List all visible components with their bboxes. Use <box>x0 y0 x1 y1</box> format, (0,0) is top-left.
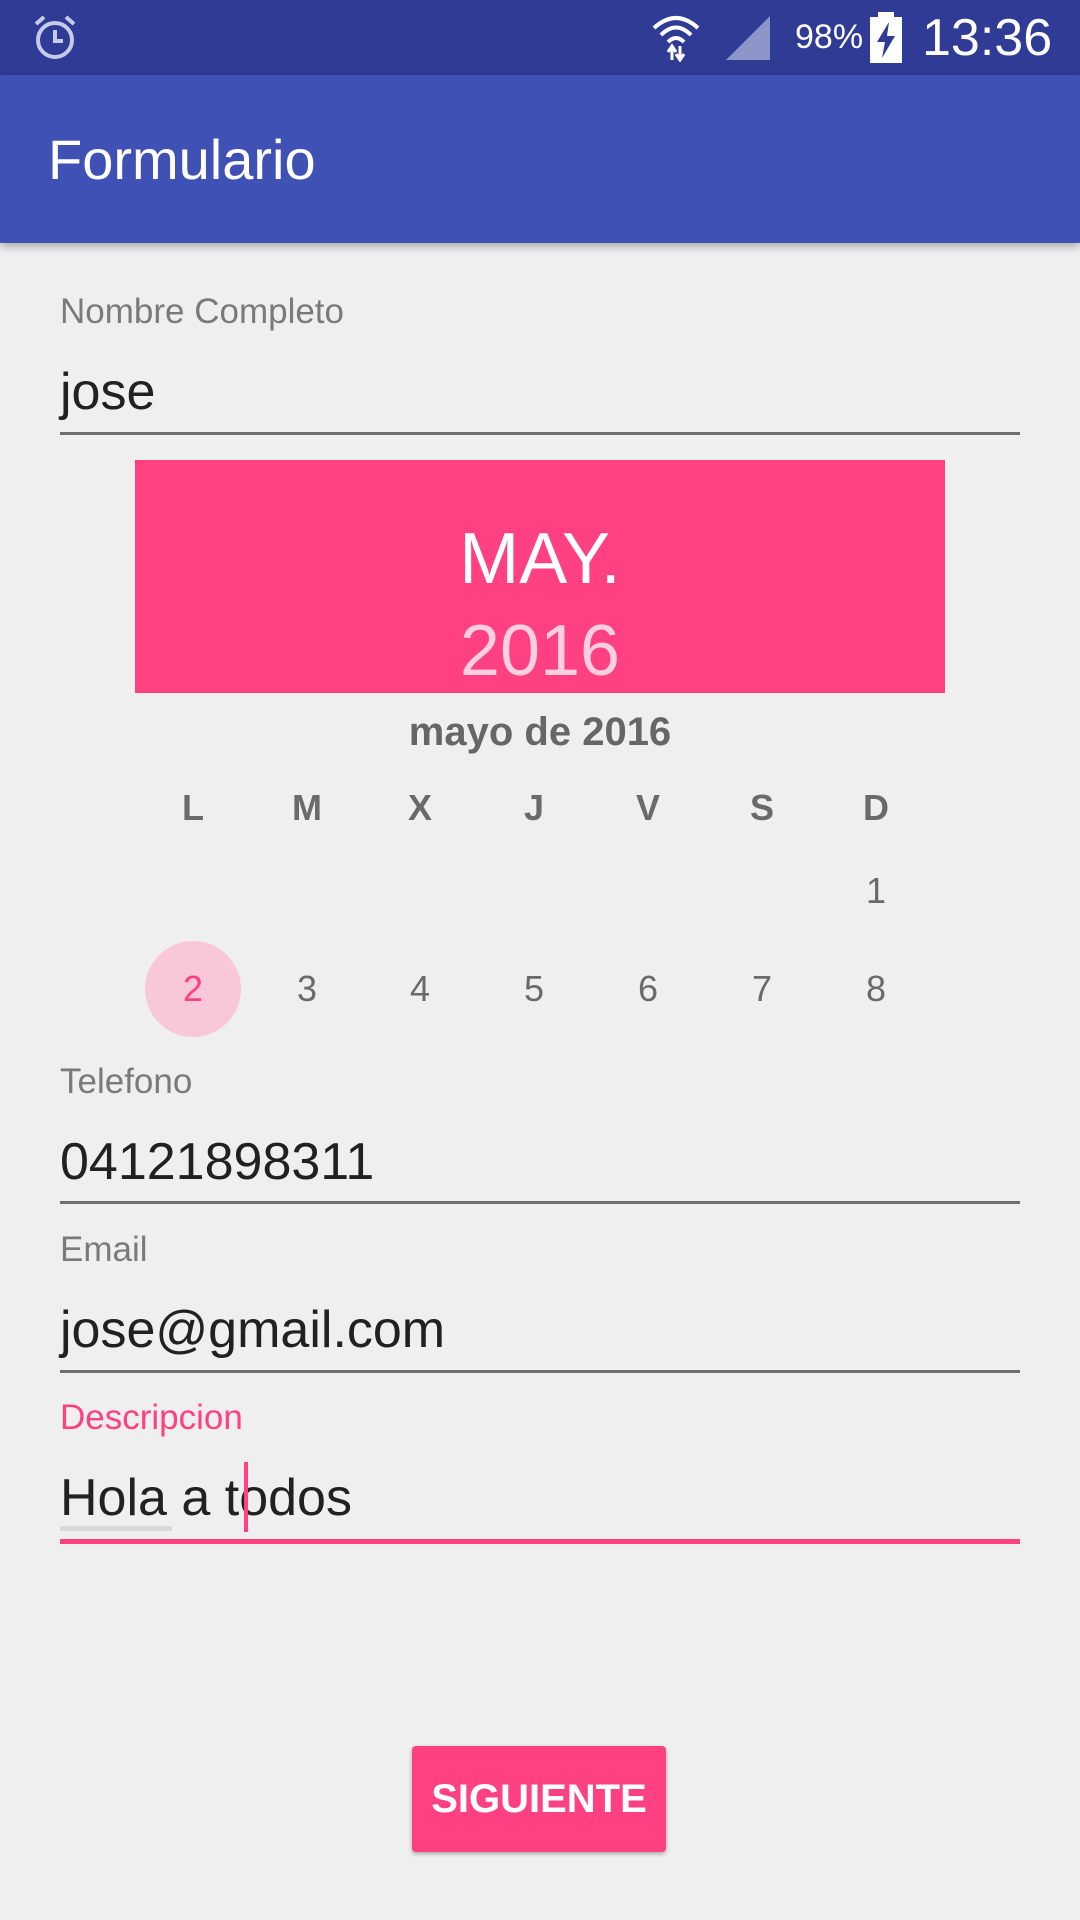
date-picker-month-title: mayo de 2016 <box>408 710 672 754</box>
date-picker-header: MAY. 2016 <box>135 460 945 693</box>
calendar-day[interactable]: 6 <box>600 941 696 1037</box>
calendar-day[interactable]: 4 <box>372 941 468 1037</box>
siguiente-button[interactable]: SIGUIENTE <box>412 1746 666 1852</box>
calendar-day[interactable]: 3 <box>259 941 355 1037</box>
calendar-day[interactable]: 8 <box>828 941 924 1037</box>
weekday-label: D <box>863 787 889 828</box>
telefono-underline <box>60 1201 1020 1204</box>
app-bar: Formulario <box>0 75 1080 243</box>
weekday-label: L <box>182 787 204 828</box>
weekday-label: V <box>635 787 660 828</box>
date-picker-year[interactable]: 2016 <box>135 610 945 692</box>
descripcion-underline <box>60 1539 1020 1544</box>
nombre-input[interactable]: jose <box>60 362 155 422</box>
descripcion-input[interactable]: Hola a todos <box>60 1468 352 1528</box>
nombre-label: Nombre Completo <box>60 292 344 331</box>
alarm-icon <box>34 15 76 59</box>
email-label: Email <box>60 1230 148 1269</box>
weekday-label: X <box>407 787 432 828</box>
battery-charging-icon <box>870 12 902 63</box>
email-input[interactable]: jose@gmail.com <box>60 1300 445 1360</box>
wifi-icon <box>652 16 700 62</box>
date-picker-month[interactable]: MAY. <box>135 518 945 600</box>
telefono-input[interactable]: 04121898311 <box>60 1132 374 1192</box>
calendar-day[interactable]: 5 <box>486 941 582 1037</box>
signal-icon <box>726 16 770 60</box>
status-bar: 98% 13:36 <box>0 0 1080 75</box>
nombre-underline <box>60 432 1020 435</box>
descripcion-label: Descripcion <box>60 1398 243 1437</box>
calendar-day-selected[interactable]: 2 <box>145 941 241 1037</box>
weekday-label: M <box>292 787 322 828</box>
calendar-day[interactable]: 7 <box>714 941 810 1037</box>
battery-percentage: 98% <box>795 18 864 56</box>
email-underline <box>60 1370 1020 1373</box>
spellcheck-underline <box>60 1526 172 1531</box>
calendar-day[interactable]: 1 <box>828 843 924 939</box>
text-cursor <box>244 1462 248 1532</box>
weekday-label: J <box>523 787 545 828</box>
page-title: Formulario <box>48 128 316 191</box>
weekday-label: S <box>749 787 774 828</box>
telefono-label: Telefono <box>60 1062 193 1101</box>
clock: 13:36 <box>922 9 1053 67</box>
